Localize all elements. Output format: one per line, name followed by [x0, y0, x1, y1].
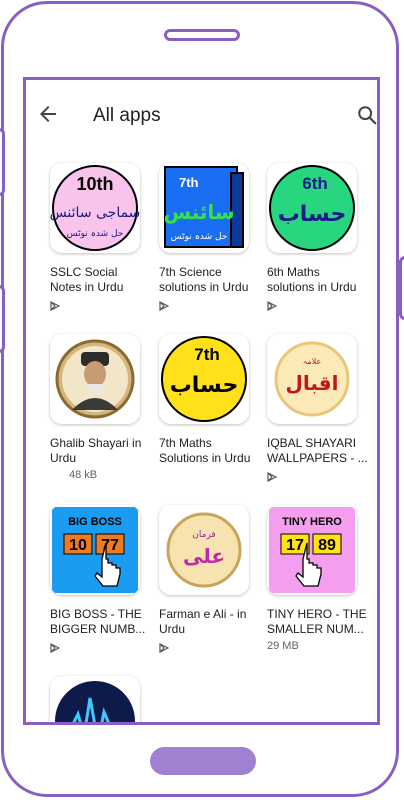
bigboss-a-label: 10: [69, 537, 87, 554]
play-store-icon: [50, 643, 60, 653]
farman-small-label: فرمان: [192, 530, 215, 540]
6th-maths-app-icon: 6th حساب: [267, 163, 357, 253]
sslc-sub-label: حل شدہ نوٹس: [67, 229, 124, 239]
side-button-upper: [0, 128, 5, 196]
7th-maths-app-icon: 7th حساب: [159, 334, 249, 424]
farman-urdu-label: علی: [183, 544, 225, 568]
sslc-grade-label: 10th: [76, 174, 113, 194]
play-store-icon: [267, 472, 277, 482]
m7-urdu-label: حساب: [170, 373, 239, 398]
farman-e-ali-app-icon: فرمان علی: [159, 505, 249, 595]
play-store-icon: [267, 301, 277, 311]
iqbal-small-label: علامہ: [303, 357, 322, 366]
tiny-title-label: TINY HERO: [282, 516, 342, 528]
page-title: All apps: [93, 105, 161, 126]
search-icon[interactable]: [356, 104, 378, 126]
tiny-hero-app-icon: TINY HERO 17 89: [267, 505, 357, 595]
app-name: TINY HERO - THE SMALLER NUM...: [267, 607, 367, 636]
side-button-lower: [0, 285, 5, 353]
sci-grade-label: 7th: [179, 175, 199, 190]
back-arrow-icon[interactable]: [36, 102, 60, 126]
7th-science-app-icon: 7th سائنس حل شدہ نوٹس: [159, 163, 249, 253]
tiny-b-label: 89: [318, 537, 336, 554]
play-store-icon: [159, 301, 169, 311]
pulse-app-icon: [50, 676, 140, 722]
big-boss-app-icon: BIG BOSS 10 77: [50, 505, 140, 595]
sci-sub-label: حل شدہ نوٹس: [171, 232, 228, 242]
m6-grade-label: 6th: [302, 174, 328, 193]
sslc-social-app-icon: 10th سماجی سائنس حل شدہ نوٹس: [50, 163, 140, 253]
app-name: Farman e Ali - in Urdu: [159, 607, 247, 636]
app-size: 29 MB: [267, 640, 299, 652]
app-size: 48 kB: [69, 469, 98, 481]
camera-notch: [164, 29, 240, 41]
play-store-icon: [50, 301, 60, 311]
play-store-icon: [159, 643, 169, 653]
iqbal-shayari-app-icon: علامہ اقبال: [267, 334, 357, 424]
app-bar: All apps: [26, 80, 377, 150]
side-button-right: [399, 256, 404, 320]
app-name: 6th Maths solutions in Urdu: [267, 265, 357, 294]
app-name: 7th Maths Solutions in Urdu: [159, 436, 251, 465]
m7-grade-label: 7th: [194, 345, 220, 364]
app-name: BIG BOSS - THE BIGGER NUMB...: [50, 607, 146, 636]
iqbal-urdu-label: اقبال: [286, 371, 339, 395]
bigboss-title-label: BIG BOSS: [68, 516, 122, 528]
sci-urdu-label: سائنس: [163, 200, 234, 224]
sslc-urdu-label: سماجی سائنس: [50, 205, 140, 221]
app-name: Ghalib Shayari in Urdu: [50, 436, 142, 465]
app-name: SSLC Social Notes in Urdu: [50, 265, 124, 294]
ghalib-shayari-app-icon: [50, 334, 140, 424]
app-screen: All apps 10th سماجی سائنس حل شدہ نوٹس SS…: [23, 77, 380, 725]
app-name: 7th Science solutions in Urdu: [159, 265, 249, 294]
tiny-a-label: 17: [286, 537, 304, 554]
m6-urdu-label: حساب: [278, 202, 347, 227]
home-button[interactable]: [150, 747, 256, 775]
app-name: IQBAL SHAYARI WALLPAPERS - ...: [267, 436, 368, 465]
